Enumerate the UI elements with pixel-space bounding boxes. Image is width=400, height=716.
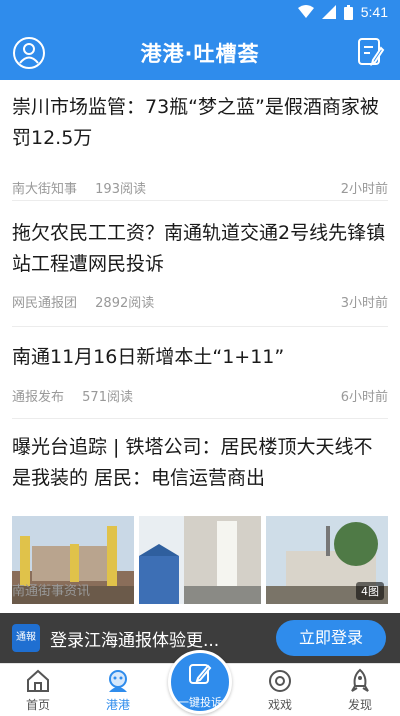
nav-xixi-label: 戏戏: [267, 698, 292, 712]
rocket-icon: [351, 668, 369, 692]
edit-icon: [189, 664, 212, 684]
home-icon: [27, 669, 49, 692]
xixi-icon: [269, 670, 291, 692]
article-headline: 南通11月16日新增本土“1+11”: [12, 346, 285, 368]
app-logo: 通報: [12, 624, 40, 652]
signal-icon: [321, 5, 336, 19]
article-meta: 南通街事资讯: [12, 580, 388, 599]
article-headline: 拖欠农民工工资？南通轨道交通2号线先锋镇站工程遭网民投诉: [12, 222, 386, 275]
article-source: 通报发布: [12, 390, 65, 405]
article-time: 3小时前: [340, 296, 388, 311]
article-source: 南通街事资讯: [12, 584, 91, 599]
news-feed[interactable]: 崇川市场监管：73瓶“梦之蓝”是假酒商家被罚12.5万 南大街知事 193阅读 …: [0, 80, 400, 640]
article-source: 南大街知事: [12, 182, 78, 197]
article-meta-row: 南通街事资讯: [12, 580, 388, 600]
complain-button[interactable]: 一键投诉: [168, 650, 232, 714]
article-meta: 南大街知事 193阅读 2小时前: [12, 178, 388, 197]
app-bar: 港港·吐槽荟: [0, 24, 400, 80]
complain-label: 一键投诉: [178, 696, 222, 709]
nav-xixi[interactable]: 戏戏: [250, 668, 310, 714]
nav-home[interactable]: 首页: [8, 668, 68, 714]
status-bar: 5:41: [0, 0, 400, 24]
status-icons: 5:41: [297, 4, 388, 20]
article-meta: 通报发布 571阅读 6小时前: [12, 386, 388, 405]
login-button[interactable]: 立即登录: [276, 620, 386, 656]
divider: [12, 200, 388, 201]
article-item[interactable]: 南通11月16日新增本土“1+11” 通报发布 571阅读 6小时前: [12, 342, 388, 416]
article-headline: 崇川市场监管：73瓶“梦之蓝”是假酒商家被罚12.5万: [12, 96, 379, 149]
nav-ganggang-label: 港港: [105, 698, 130, 712]
login-banner-text: 登录江海通报体验更...: [50, 631, 220, 651]
article-meta: 网民通报团 2892阅读 3小时前: [12, 292, 388, 311]
nav-ganggang[interactable]: 港港: [88, 668, 148, 714]
wifi-icon: [297, 5, 314, 18]
divider: [12, 326, 388, 327]
nav-discover-label: 发现: [347, 698, 372, 712]
compose-button[interactable]: [356, 36, 386, 68]
article-item[interactable]: 崇川市场监管：73瓶“梦之蓝”是假酒商家被罚12.5万 南大街知事 193阅读 …: [12, 92, 388, 204]
status-time: 5:41: [360, 4, 388, 20]
nav-discover[interactable]: 发现: [330, 668, 390, 714]
battery-icon: [343, 4, 353, 20]
article-reads: 2892阅读: [95, 296, 155, 311]
divider: [12, 418, 388, 419]
nav-home-label: 首页: [25, 698, 50, 712]
article-reads: 571阅读: [82, 390, 133, 405]
ganggang-icon: [109, 670, 127, 692]
article-time: 6小时前: [340, 390, 388, 405]
article-source: 网民通报团: [12, 296, 78, 311]
article-reads: 193阅读: [95, 182, 146, 197]
article-time: 2小时前: [340, 182, 388, 197]
article-item[interactable]: 拖欠农民工工资？南通轨道交通2号线先锋镇站工程遭网民投诉 网民通报团 2892阅…: [12, 218, 388, 330]
edit-icon: [358, 38, 385, 67]
app-title: 港港·吐槽荟: [140, 42, 260, 66]
article-headline: 曝光台追踪 | 铁塔公司：居民楼顶大天线不是我装的 居民：电信运营商出: [12, 436, 373, 489]
